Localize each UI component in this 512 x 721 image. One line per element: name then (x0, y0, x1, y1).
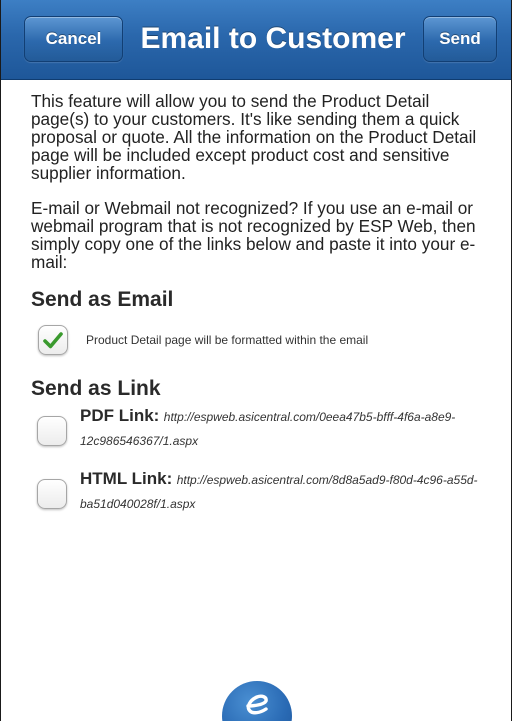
webmail-paragraph: E-mail or Webmail not recognized? If you… (31, 198, 476, 272)
checkmark-icon (43, 332, 63, 349)
send-as-link-heading: Send as Link (31, 377, 161, 400)
email-to-customer-screen: Cancel Email to Customer Send This featu… (0, 0, 512, 721)
esp-e-glyph-icon (246, 694, 268, 715)
send-button[interactable]: Send (423, 16, 497, 62)
send-as-email-checkbox[interactable] (38, 325, 68, 355)
send-as-email-heading: Send as Email (31, 288, 174, 311)
cancel-button[interactable]: Cancel (24, 16, 123, 62)
pdf-link-text: PDF Link: http://espweb.asicentral.com/0… (80, 404, 481, 453)
main-content: This feature will allow you to send the … (1, 80, 511, 516)
pdf-link-option[interactable]: PDF Link: http://espweb.asicentral.com/0… (37, 404, 481, 453)
html-link-checkbox[interactable] (37, 479, 67, 509)
pdf-link-checkbox[interactable] (37, 416, 67, 446)
send-as-email-label: Product Detail page will be formatted wi… (86, 333, 369, 347)
send-as-email-option[interactable]: Product Detail page will be formatted wi… (38, 325, 481, 355)
html-link-label: HTML Link: (80, 469, 173, 488)
intro-paragraph: This feature will allow you to send the … (31, 91, 477, 183)
html-link-option[interactable]: HTML Link: http://espweb.asicentral.com/… (37, 467, 481, 516)
navigation-bar: Cancel Email to Customer Send (1, 0, 511, 80)
page-title: Email to Customer (140, 22, 406, 55)
html-link-text: HTML Link: http://espweb.asicentral.com/… (80, 467, 481, 516)
esp-logo-icon (222, 681, 292, 721)
pdf-link-label: PDF Link: (80, 406, 160, 425)
